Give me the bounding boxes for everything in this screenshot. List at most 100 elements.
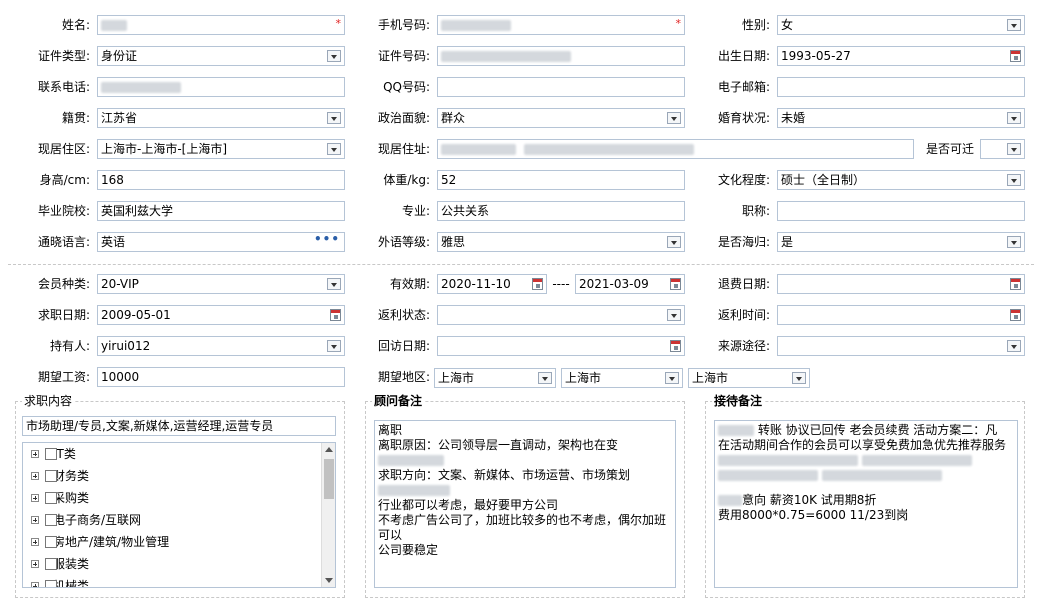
- tree-item[interactable]: 机械类: [23, 575, 335, 587]
- checkbox[interactable]: [45, 558, 57, 570]
- calendar-icon[interactable]: [330, 309, 341, 321]
- valid-label: 有效期:: [389, 277, 430, 291]
- tree-item[interactable]: 采购类: [23, 487, 335, 509]
- birth-date-field[interactable]: 1993-05-27: [777, 46, 1025, 66]
- qq-field[interactable]: [437, 77, 685, 97]
- title-field[interactable]: [777, 201, 1025, 221]
- job-category-tree[interactable]: IT类 财务类 采购类 电子商务/互联网 房地产/建筑/物业管理 服装类 机械类: [22, 442, 336, 588]
- lang-level-select[interactable]: 雅思: [437, 232, 685, 252]
- movable-select[interactable]: [980, 139, 1025, 159]
- advisor-notes-textarea[interactable]: 离职 离职原因：公司领导层一直调动，架构也在变 求职方向：文案、新媒体、市场运营…: [374, 420, 676, 588]
- rebate-status-select[interactable]: [437, 305, 685, 325]
- expand-icon[interactable]: [31, 450, 39, 458]
- more-options-icon[interactable]: •••: [314, 233, 340, 248]
- checkbox[interactable]: [45, 492, 57, 504]
- chevron-down-icon[interactable]: [1007, 174, 1021, 186]
- checkbox[interactable]: [45, 580, 57, 587]
- note-line: 离职: [378, 423, 403, 437]
- expand-icon[interactable]: [31, 560, 39, 568]
- major-field[interactable]: 公共关系: [437, 201, 685, 221]
- scroll-up-icon[interactable]: [325, 447, 333, 452]
- calendar-icon[interactable]: [1010, 309, 1021, 321]
- id-no-field[interactable]: [437, 46, 685, 66]
- chevron-down-icon[interactable]: [327, 278, 341, 290]
- address-label: 现居住址:: [377, 142, 430, 156]
- chevron-down-icon[interactable]: [1007, 112, 1021, 124]
- returnee-select[interactable]: 是: [777, 232, 1025, 252]
- chevron-down-icon[interactable]: [1007, 19, 1021, 31]
- area-district-select[interactable]: 上海市: [688, 368, 810, 388]
- tree-item[interactable]: 服装类: [23, 553, 335, 575]
- visit-label: 回访日期:: [377, 339, 430, 353]
- source-select[interactable]: [777, 336, 1025, 356]
- salary-field[interactable]: 10000: [97, 367, 345, 387]
- chevron-down-icon[interactable]: [538, 372, 552, 384]
- chevron-down-icon[interactable]: [667, 236, 681, 248]
- valid-to-value: 2021-03-09: [579, 277, 649, 291]
- native-select[interactable]: 江苏省: [97, 108, 345, 128]
- checkbox[interactable]: [45, 448, 57, 460]
- gender-select[interactable]: 女: [777, 15, 1025, 35]
- reception-notes-textarea[interactable]: 转账 协议已回传 老会员续费 活动方案二：凡 在活动期间合作的会员可以享受免费加…: [714, 420, 1018, 588]
- tree-item[interactable]: IT类: [23, 443, 335, 465]
- chevron-down-icon[interactable]: [327, 340, 341, 352]
- calendar-icon[interactable]: [1010, 278, 1021, 290]
- calendar-icon[interactable]: [670, 278, 681, 290]
- chevron-down-icon[interactable]: [792, 372, 806, 384]
- valid-from-field[interactable]: 2020-11-10: [437, 274, 547, 294]
- email-field[interactable]: [777, 77, 1025, 97]
- valid-to-field[interactable]: 2021-03-09: [575, 274, 685, 294]
- chevron-down-icon[interactable]: [667, 112, 681, 124]
- expand-icon[interactable]: [31, 538, 39, 546]
- scroll-down-icon[interactable]: [325, 578, 333, 583]
- area-city-select[interactable]: 上海市: [561, 368, 683, 388]
- political-select[interactable]: 群众: [437, 108, 685, 128]
- school-field[interactable]: 英国利兹大学: [97, 201, 345, 221]
- job-date-field[interactable]: 2009-05-01: [97, 305, 345, 325]
- name-field[interactable]: *: [97, 15, 345, 35]
- expand-icon[interactable]: [31, 582, 39, 587]
- calendar-icon[interactable]: [532, 278, 543, 290]
- chevron-down-icon[interactable]: [1007, 340, 1021, 352]
- chevron-down-icon[interactable]: [667, 309, 681, 321]
- expand-icon[interactable]: [31, 472, 39, 480]
- marital-select[interactable]: 未婚: [777, 108, 1025, 128]
- member-select[interactable]: 20-VIP: [97, 274, 345, 294]
- region-select[interactable]: 上海市-上海市-[上海市]: [97, 139, 345, 159]
- contact-field[interactable]: [97, 77, 345, 97]
- tree-item[interactable]: 财务类: [23, 465, 335, 487]
- chevron-down-icon[interactable]: [327, 50, 341, 62]
- rebate-time-field[interactable]: [777, 305, 1025, 325]
- edu-select[interactable]: 硕士（全日制）: [777, 170, 1025, 190]
- job-summary-field[interactable]: 市场助理/专员,文案,新媒体,运营经理,运营专员: [22, 416, 336, 436]
- refund-date-field[interactable]: [777, 274, 1025, 294]
- chevron-down-icon[interactable]: [1007, 236, 1021, 248]
- tree-item[interactable]: 房地产/建筑/物业管理: [23, 531, 335, 553]
- tree-item-label: 房地产/建筑/物业管理: [53, 535, 170, 549]
- checkbox[interactable]: [45, 514, 57, 526]
- chevron-down-icon[interactable]: [327, 112, 341, 124]
- calendar-icon[interactable]: [1010, 50, 1021, 62]
- area-province-select[interactable]: 上海市: [434, 368, 556, 388]
- height-field[interactable]: 168: [97, 170, 345, 190]
- expand-icon[interactable]: [31, 494, 39, 502]
- address-field[interactable]: [437, 139, 914, 159]
- calendar-icon[interactable]: [670, 340, 681, 352]
- chevron-down-icon[interactable]: [1007, 143, 1021, 155]
- phone-field[interactable]: *: [437, 15, 685, 35]
- tree-item[interactable]: 电子商务/互联网: [23, 509, 335, 531]
- holder-select[interactable]: yirui012: [97, 336, 345, 356]
- checkbox[interactable]: [45, 470, 57, 482]
- weight-field[interactable]: 52: [437, 170, 685, 190]
- tree-scrollbar[interactable]: [321, 443, 335, 587]
- chevron-down-icon[interactable]: [665, 372, 679, 384]
- chevron-down-icon[interactable]: [327, 143, 341, 155]
- lang-field[interactable]: 英语 •••: [97, 232, 345, 252]
- checkbox[interactable]: [45, 536, 57, 548]
- scroll-thumb[interactable]: [324, 459, 334, 499]
- expand-icon[interactable]: [31, 516, 39, 524]
- note-line: 在活动期间合作的会员可以享受免费加急优先推荐服务: [718, 438, 1007, 452]
- tree-item-label: 财务类: [53, 469, 90, 483]
- visit-date-field[interactable]: [437, 336, 685, 356]
- id-type-select[interactable]: 身份证: [97, 46, 345, 66]
